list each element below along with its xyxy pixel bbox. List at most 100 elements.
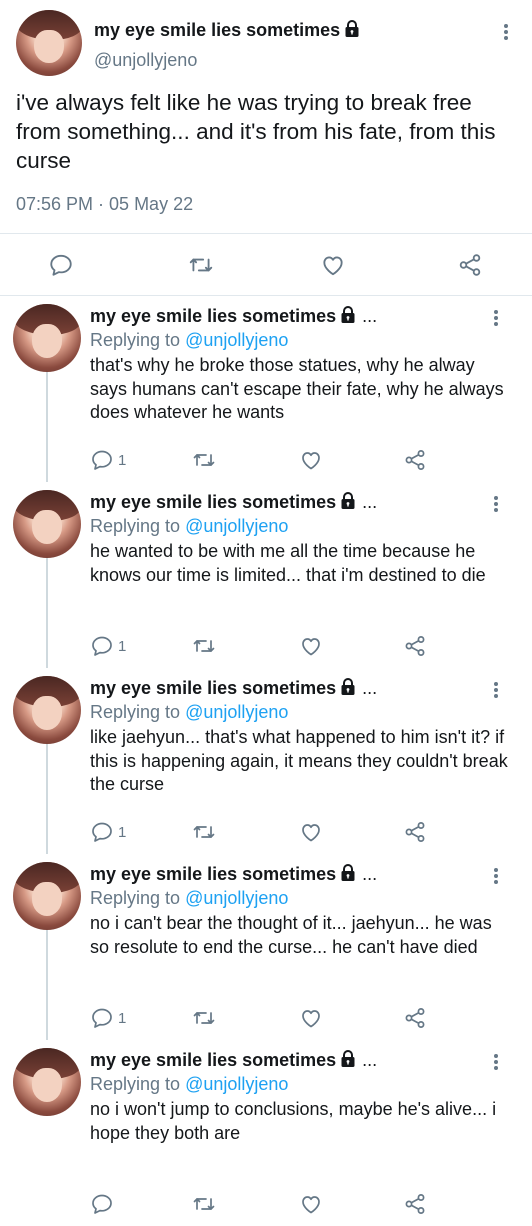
display-name[interactable]: my eye smile lies sometimes... bbox=[90, 1050, 377, 1071]
mention-link[interactable]: @unjollyjeno bbox=[185, 516, 288, 536]
reply-text: no i won't jump to conclusions, maybe he… bbox=[90, 1099, 497, 1143]
display-name[interactable]: my eye smile lies sometimes bbox=[94, 20, 360, 41]
reply-icon bbox=[92, 450, 112, 470]
kebab-icon[interactable] bbox=[486, 306, 506, 330]
reply-tweet[interactable]: my eye smile lies sometimes... Replying … bbox=[0, 854, 532, 1040]
avatar[interactable] bbox=[13, 304, 81, 372]
share-button[interactable] bbox=[403, 820, 427, 844]
heart-icon bbox=[302, 1010, 320, 1028]
reply-button[interactable] bbox=[90, 1192, 118, 1216]
reply-text: like jaehyun... that's what happened to … bbox=[90, 727, 508, 794]
kebab-icon[interactable] bbox=[486, 678, 506, 702]
retweet-icon bbox=[193, 640, 215, 652]
avatar-face bbox=[32, 882, 62, 917]
truncation-ellipsis: ... bbox=[362, 306, 378, 326]
retweet-icon bbox=[193, 1198, 215, 1210]
lock-icon bbox=[341, 864, 355, 881]
retweet-button[interactable] bbox=[192, 634, 216, 658]
timestamp[interactable]: 07:56 PM · 05 May 22 bbox=[16, 194, 193, 215]
avatar[interactable] bbox=[13, 1048, 81, 1116]
reply-icon bbox=[50, 254, 72, 276]
retweet-icon bbox=[193, 826, 215, 838]
share-button[interactable] bbox=[403, 634, 427, 658]
reply-button[interactable]: 1 bbox=[90, 634, 126, 658]
avatar[interactable] bbox=[16, 10, 82, 76]
display-name[interactable]: my eye smile lies sometimes... bbox=[90, 678, 377, 699]
avatar-face bbox=[32, 324, 62, 359]
lock-icon bbox=[341, 306, 355, 323]
truncation-ellipsis: ... bbox=[362, 864, 378, 884]
heart-icon bbox=[302, 452, 320, 470]
kebab-icon[interactable] bbox=[496, 20, 516, 44]
share-button[interactable] bbox=[403, 448, 427, 472]
reply-button[interactable]: 1 bbox=[90, 448, 126, 472]
kebab-icon[interactable] bbox=[486, 864, 506, 888]
lock-icon bbox=[341, 1050, 355, 1067]
reply-text: no i can't bear the thought of it... jae… bbox=[90, 913, 492, 957]
tweet-text: i've always felt like he was trying to b… bbox=[16, 90, 496, 173]
mention-link[interactable]: @unjollyjeno bbox=[185, 1074, 288, 1094]
retweet-button[interactable] bbox=[192, 1192, 216, 1216]
reply-tweet[interactable]: my eye smile lies sometimes... Replying … bbox=[0, 668, 532, 854]
avatar[interactable] bbox=[13, 490, 81, 558]
display-name-text: my eye smile lies sometimes bbox=[90, 678, 337, 698]
reply-count: 1 bbox=[118, 451, 127, 469]
display-name[interactable]: my eye smile lies sometimes... bbox=[90, 306, 377, 327]
replying-prefix: Replying to bbox=[90, 1074, 181, 1094]
replying-to: Replying to @unjollyjeno bbox=[90, 702, 288, 723]
share-icon bbox=[459, 254, 481, 276]
display-name[interactable]: my eye smile lies sometimes... bbox=[90, 492, 377, 513]
like-button[interactable] bbox=[299, 820, 323, 844]
share-icon bbox=[405, 636, 425, 656]
reply-icon bbox=[92, 636, 112, 656]
kebab-icon[interactable] bbox=[486, 492, 506, 516]
reply-button[interactable]: 1 bbox=[90, 1006, 126, 1030]
mention-link[interactable]: @unjollyjeno bbox=[185, 330, 288, 350]
replying-prefix: Replying to bbox=[90, 888, 181, 908]
handle[interactable]: @unjollyjeno bbox=[94, 50, 197, 71]
reply-icon bbox=[92, 1194, 112, 1214]
display-name-text: my eye smile lies sometimes bbox=[90, 306, 337, 326]
share-button[interactable] bbox=[403, 1006, 427, 1030]
display-name-text: my eye smile lies sometimes bbox=[90, 864, 337, 884]
like-button[interactable] bbox=[299, 1006, 323, 1030]
retweet-button[interactable] bbox=[192, 820, 216, 844]
reply-count: 1 bbox=[118, 823, 127, 841]
retweet-button[interactable] bbox=[188, 252, 214, 278]
truncation-ellipsis: ... bbox=[362, 1050, 378, 1070]
like-button[interactable] bbox=[320, 252, 346, 278]
mention-link[interactable]: @unjollyjeno bbox=[185, 888, 288, 908]
truncation-ellipsis: ... bbox=[362, 492, 378, 512]
like-button[interactable] bbox=[299, 1192, 323, 1216]
share-button[interactable] bbox=[457, 252, 483, 278]
like-button[interactable] bbox=[299, 634, 323, 658]
truncation-ellipsis: ... bbox=[362, 678, 378, 698]
replying-to: Replying to @unjollyjeno bbox=[90, 330, 288, 351]
lock-icon bbox=[341, 492, 355, 509]
avatar[interactable] bbox=[13, 676, 81, 744]
replying-to: Replying to @unjollyjeno bbox=[90, 516, 288, 537]
retweet-button[interactable] bbox=[192, 1006, 216, 1030]
replying-prefix: Replying to bbox=[90, 516, 181, 536]
kebab-icon[interactable] bbox=[486, 1050, 506, 1074]
like-button[interactable] bbox=[299, 448, 323, 472]
reply-button[interactable]: 1 bbox=[90, 820, 126, 844]
retweet-button[interactable] bbox=[192, 448, 216, 472]
avatar-face bbox=[34, 29, 64, 63]
reply-icon bbox=[92, 822, 112, 842]
replying-prefix: Replying to bbox=[90, 330, 181, 350]
share-button[interactable] bbox=[403, 1192, 427, 1216]
display-name-text: my eye smile lies sometimes bbox=[90, 1050, 337, 1070]
reply-tweet[interactable]: my eye smile lies sometimes... Replying … bbox=[0, 482, 532, 668]
display-name-text: my eye smile lies sometimes bbox=[90, 492, 337, 512]
heart-icon bbox=[302, 1196, 320, 1214]
mention-link[interactable]: @unjollyjeno bbox=[185, 702, 288, 722]
reply-button[interactable] bbox=[48, 252, 74, 278]
retweet-icon bbox=[193, 454, 215, 466]
reply-tweet[interactable]: my eye smile lies sometimes... Replying … bbox=[0, 1040, 532, 1226]
avatar[interactable] bbox=[13, 862, 81, 930]
reply-count: 1 bbox=[118, 637, 127, 655]
reply-tweet[interactable]: my eye smile lies sometimes... Replying … bbox=[0, 296, 532, 482]
display-name[interactable]: my eye smile lies sometimes... bbox=[90, 864, 377, 885]
replying-to: Replying to @unjollyjeno bbox=[90, 888, 288, 909]
